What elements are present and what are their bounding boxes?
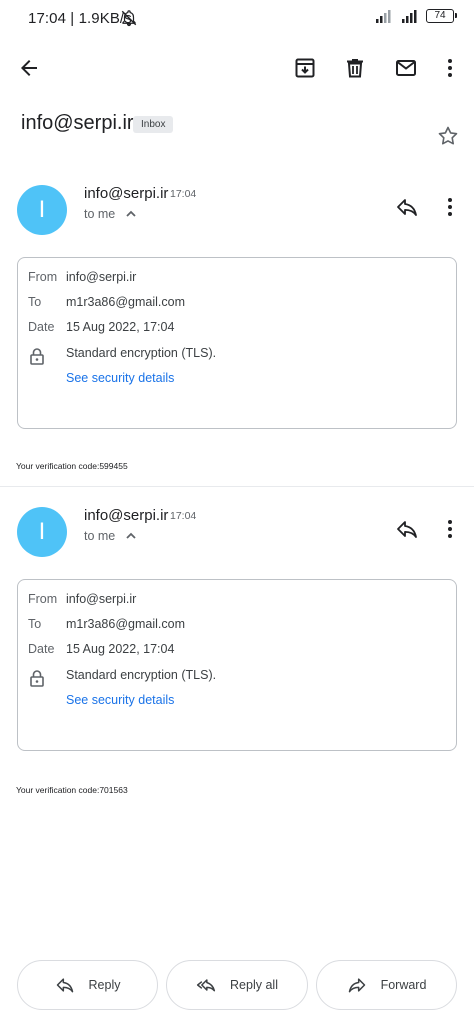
detail-to-label: To — [28, 617, 42, 631]
reply-all-icon — [196, 979, 216, 992]
detail-from-row: From info@serpi.ir — [28, 592, 136, 606]
thread-subject: info@serpi.ir — [21, 112, 134, 134]
chevron-up-icon — [126, 210, 136, 217]
back-button[interactable] — [9, 48, 49, 88]
mail-icon — [396, 60, 416, 76]
message-body: Your verification code:701563 — [16, 785, 128, 795]
bottom-action-bar: Reply Reply all Forward — [0, 960, 474, 1010]
reply-all-label: Reply all — [230, 978, 278, 992]
message-details-card: From info@serpi.ir To m1r3a86@gmail.com … — [17, 257, 457, 429]
reply-icon — [397, 521, 417, 538]
encryption-info: Standard encryption (TLS). — [66, 668, 217, 682]
recipients-toggle[interactable]: to me — [84, 207, 137, 221]
detail-from-value: info@serpi.ir — [66, 270, 137, 284]
notifications-off-icon — [121, 10, 137, 27]
detail-date-row: Date 15 Aug 2022, 17:04 — [28, 320, 174, 334]
status-time-speed: 17:04 | 1.9KB/s — [28, 10, 132, 27]
sender-name: info@serpi.ir — [84, 185, 169, 202]
message-body: Your verification code:599455 — [16, 461, 128, 471]
encryption-info: Standard encryption (TLS). — [66, 346, 217, 360]
detail-from-row: From info@serpi.ir — [28, 270, 136, 284]
detail-from-label: From — [28, 270, 58, 284]
star-button[interactable] — [430, 118, 466, 154]
reply-button[interactable] — [387, 509, 427, 549]
star-icon — [438, 126, 458, 145]
message-item: I info@serpi.ir 17:04 to me From info@se… — [0, 185, 474, 475]
mark-unread-button[interactable] — [386, 48, 426, 88]
reply-icon — [56, 978, 73, 993]
recipients-summary: to me — [84, 529, 116, 543]
message-time: 17:04 — [170, 188, 197, 200]
more-vertical-icon — [448, 59, 452, 77]
more-options-button[interactable] — [430, 48, 470, 88]
signal-icon — [402, 10, 417, 23]
inbox-label-chip[interactable]: Inbox — [133, 116, 174, 133]
detail-to-value: m1r3a86@gmail.com — [66, 617, 185, 631]
detail-to-label: To — [28, 295, 42, 309]
detail-to-row: To m1r3a86@gmail.com — [28, 617, 185, 631]
reply-label: Reply — [88, 978, 121, 992]
message-more-button[interactable] — [430, 187, 470, 227]
recipients-summary: to me — [84, 207, 116, 221]
status-bar: 17:04 | 1.9KB/s 74 — [0, 0, 474, 38]
recipients-toggle[interactable]: to me — [84, 529, 137, 543]
subject-row: info@serpi.ir Inbox — [0, 104, 474, 154]
reply-icon — [397, 199, 417, 216]
message-more-button[interactable] — [430, 509, 470, 549]
detail-to-value: m1r3a86@gmail.com — [66, 295, 185, 309]
arrow-back-icon — [21, 60, 37, 76]
reply-button[interactable] — [387, 187, 427, 227]
lock-icon — [30, 348, 44, 365]
detail-from-label: From — [28, 592, 58, 606]
forward-icon — [348, 978, 365, 993]
message-item: I info@serpi.ir 17:04 to me From info@se… — [0, 507, 474, 797]
detail-date-label: Date — [28, 642, 55, 656]
security-details-link[interactable]: See security details — [66, 371, 174, 385]
avatar[interactable]: I — [17, 507, 67, 557]
sender-name: info@serpi.ir — [84, 507, 169, 524]
detail-to-row: To m1r3a86@gmail.com — [28, 295, 185, 309]
app-bar — [0, 40, 474, 96]
message-divider — [0, 486, 474, 487]
reply-all-pill-button[interactable]: Reply all — [166, 960, 308, 1010]
avatar[interactable]: I — [17, 185, 67, 235]
message-details-card: From info@serpi.ir To m1r3a86@gmail.com … — [17, 579, 457, 751]
archive-button[interactable] — [285, 48, 325, 88]
reply-pill-button[interactable]: Reply — [17, 960, 158, 1010]
message-time: 17:04 — [170, 510, 197, 522]
more-vertical-icon — [448, 520, 452, 538]
detail-date-row: Date 15 Aug 2022, 17:04 — [28, 642, 174, 656]
signal-4g-icon — [376, 10, 391, 23]
lock-icon — [30, 670, 44, 687]
security-details-link[interactable]: See security details — [66, 693, 174, 707]
battery-indicator: 74 — [426, 9, 457, 23]
more-vertical-icon — [448, 198, 452, 216]
delete-button[interactable] — [335, 48, 375, 88]
chevron-up-icon — [126, 532, 136, 539]
trash-icon — [347, 59, 363, 78]
detail-date-value: 15 Aug 2022, 17:04 — [66, 642, 175, 656]
detail-date-label: Date — [28, 320, 55, 334]
detail-date-value: 15 Aug 2022, 17:04 — [66, 320, 175, 334]
archive-icon — [295, 58, 315, 78]
detail-from-value: info@serpi.ir — [66, 592, 137, 606]
forward-label: Forward — [380, 978, 427, 992]
status-indicators: 74 — [370, 9, 457, 23]
forward-pill-button[interactable]: Forward — [316, 960, 457, 1010]
